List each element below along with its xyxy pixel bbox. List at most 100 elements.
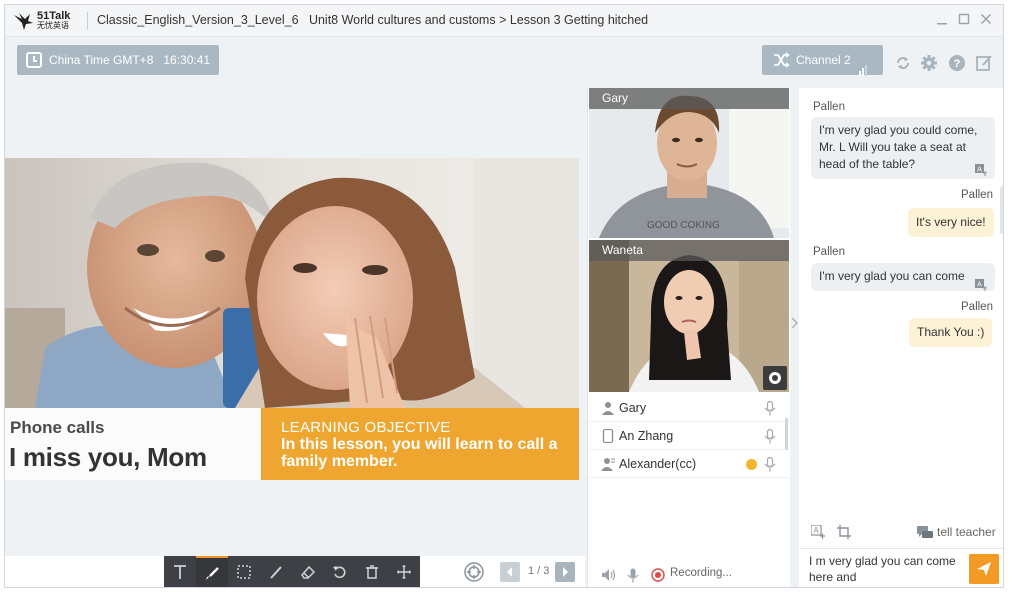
cc-user-icon — [601, 458, 615, 471]
record-icon[interactable] — [651, 568, 665, 582]
china-time-display: China Time GMT+8 16:30:41 — [17, 45, 219, 75]
video-name-label: Waneta — [589, 240, 789, 261]
settings-gear-icon[interactable] — [920, 54, 938, 72]
recording-status: Recording... — [670, 567, 733, 579]
minimize-icon[interactable] — [935, 13, 949, 27]
signal-bars-icon — [859, 46, 868, 76]
brand-name: 51Talk — [37, 10, 71, 22]
chat-input-area: I m very glad you can come here and — [799, 548, 1003, 587]
slide-photo-couple — [5, 158, 579, 408]
svg-text:A: A — [977, 282, 982, 289]
send-icon — [977, 562, 991, 576]
shuffle-icon — [774, 52, 790, 68]
chat-bubbles-icon — [917, 526, 933, 538]
chat-message: It's very nice! — [908, 208, 994, 237]
camera-icon — [769, 372, 781, 384]
lesson-title: Classic_English_Version_3_Level_6 Unit8 … — [97, 13, 649, 27]
slide-bottom-bar: 1 / 3 — [5, 556, 585, 587]
member-row[interactable]: Gary — [588, 394, 789, 422]
chat-tools: A tell teacher — [799, 518, 1003, 548]
message-text: Thank You :) — [917, 325, 985, 339]
text-tool-icon[interactable] — [164, 556, 196, 587]
translate-icon[interactable]: A — [811, 525, 825, 539]
member-list: Gary An Zhang Alexander(cc) — [588, 394, 789, 478]
tell-teacher-label: tell teacher — [937, 525, 996, 539]
undo-icon[interactable] — [324, 556, 356, 587]
chat-panel: Pallen I'm very glad you could come, Mr.… — [799, 88, 1003, 587]
chat-message: Thank You :) — [909, 318, 993, 347]
clock-icon — [26, 52, 42, 68]
speaker-icon[interactable] — [601, 568, 617, 582]
learning-objective-block: LEARNING OBJECTIVE In this lesson, you w… — [261, 408, 579, 480]
chat-input[interactable]: I m very glad you can come here and — [809, 553, 959, 585]
audio-recording-bar: Recording... — [588, 561, 789, 587]
time-label: China Time GMT+8 — [49, 53, 154, 67]
microphone-icon[interactable] — [764, 429, 776, 444]
microphone-icon[interactable] — [764, 457, 776, 472]
feedback-edit-icon[interactable] — [975, 54, 993, 72]
slide-title-block: Phone calls I miss you, Mom — [5, 408, 261, 480]
student-video-feed — [589, 240, 789, 392]
delete-icon[interactable] — [356, 556, 388, 587]
objective-heading: LEARNING OBJECTIVE — [281, 419, 451, 436]
svg-text:A: A — [977, 167, 982, 174]
title-bar: 51Talk 无忧英语 Classic_English_Version_3_Le… — [5, 5, 1003, 37]
eraser-tool-icon[interactable] — [292, 556, 324, 587]
objective-text: In this lesson, you will learn to call a… — [281, 436, 558, 470]
translate-icon[interactable]: A — [975, 164, 987, 176]
message-sender: Pallen — [813, 101, 845, 113]
camera-toggle-button[interactable] — [763, 366, 787, 390]
slide-topic: Phone calls — [10, 418, 105, 437]
chat-message: I'm very glad you could come, Mr. L Will… — [811, 117, 995, 179]
member-name: Gary — [619, 401, 647, 415]
courseware-area: Phone calls I miss you, Mom LEARNING OBJ… — [5, 88, 585, 556]
svg-text:GOOD COKING: GOOD COKING — [647, 220, 720, 231]
panel-splitter[interactable] — [790, 88, 799, 587]
help-icon[interactable]: ? — [948, 54, 966, 72]
member-list-scrollbar[interactable] — [785, 418, 788, 450]
video-panel: GOOD COKING Gary Waneta Gary An Zhang Al… — [587, 88, 790, 587]
channel-switch-button[interactable]: Channel 2 — [762, 45, 883, 76]
message-sender: Pallen — [813, 246, 845, 258]
class-toolbar: China Time GMT+8 16:30:41 Channel 2 ? — [5, 38, 1003, 88]
select-tool-icon[interactable] — [228, 556, 260, 587]
svg-text:A: A — [813, 526, 819, 535]
message-text: I'm very glad you could come, Mr. L Will… — [819, 123, 978, 171]
brush-tool-icon[interactable] — [196, 556, 228, 587]
next-page-icon[interactable] — [555, 562, 575, 582]
drawing-toolbar — [164, 556, 420, 587]
teacher-icon — [602, 402, 614, 415]
move-icon[interactable] — [388, 556, 420, 587]
slide-heading: I miss you, Mom — [9, 442, 207, 472]
member-row[interactable]: An Zhang — [588, 422, 789, 450]
chevron-right-icon[interactable] — [790, 316, 799, 330]
member-name: Alexander(cc) — [619, 457, 697, 471]
refresh-icon[interactable] — [894, 54, 912, 72]
microphone-icon[interactable] — [627, 568, 639, 583]
message-sender: Pallen — [961, 301, 993, 313]
pen-tool-icon[interactable] — [260, 556, 292, 587]
message-sender: Pallen — [961, 189, 993, 201]
channel-label: Channel 2 — [796, 53, 851, 67]
close-icon[interactable] — [979, 13, 993, 27]
screenshot-crop-icon[interactable] — [837, 525, 851, 539]
title-divider — [87, 12, 88, 30]
microphone-icon[interactable] — [764, 401, 776, 416]
tell-teacher-button[interactable]: tell teacher — [917, 525, 996, 539]
translate-icon[interactable]: A — [975, 279, 987, 291]
chat-scrollbar[interactable] — [1000, 186, 1003, 234]
maximize-icon[interactable] — [957, 13, 971, 27]
hand-raise-badge — [746, 459, 757, 470]
member-row[interactable]: Alexander(cc) — [588, 450, 789, 478]
brand-subtitle: 无忧英语 — [37, 21, 69, 30]
chat-message: I'm very glad you can come — [811, 263, 995, 291]
app-logo: 51Talk 无忧英语 — [13, 11, 81, 31]
chat-messages: Pallen I'm very glad you could come, Mr.… — [799, 88, 1003, 518]
send-button[interactable] — [969, 554, 999, 584]
video-waneta: Waneta — [589, 240, 789, 392]
video-name-label: Gary — [589, 88, 789, 109]
compass-target-icon[interactable] — [464, 562, 484, 582]
message-text: I'm very glad you can come — [819, 269, 965, 283]
time-value: 16:30:41 — [163, 53, 211, 67]
previous-page-icon[interactable] — [500, 562, 520, 582]
